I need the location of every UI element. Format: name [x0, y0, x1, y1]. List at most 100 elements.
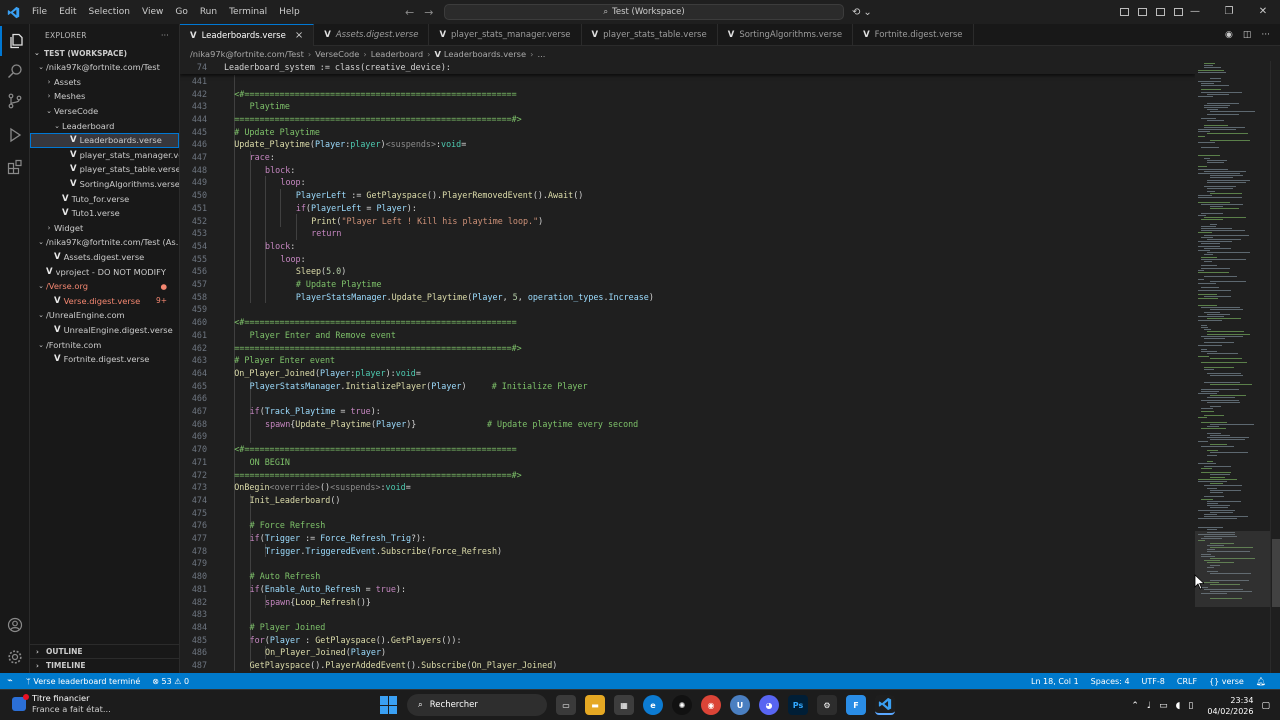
windows-start-icon[interactable] — [380, 696, 398, 714]
breadcrumb-segment[interactable]: ... — [537, 49, 545, 59]
tab-sortingalgorithms-verse[interactable]: V SortingAlgorithms.verse — [718, 24, 854, 46]
menu-item-file[interactable]: File — [26, 0, 53, 24]
back-arrow-icon[interactable]: ← — [405, 6, 414, 19]
menu-item-view[interactable]: View — [136, 0, 169, 24]
folder-item[interactable]: ⌄/Verse.org ● — [30, 279, 179, 294]
menu-item-terminal[interactable]: Terminal — [223, 0, 273, 24]
chevron-up-icon[interactable]: ⌃ — [1131, 701, 1139, 711]
copilot-menu[interactable]: ⟲ ⌄ — [852, 0, 872, 24]
settings-app-icon[interactable]: ⚙ — [817, 695, 837, 715]
run-debug-icon[interactable] — [0, 120, 30, 150]
problems-status[interactable]: ⊗ 53 ⚠ 0 — [146, 677, 195, 686]
menu-item-help[interactable]: Help — [273, 0, 306, 24]
folder-item[interactable]: ⌄ VerseCode — [30, 104, 179, 119]
file-item[interactable]: V UnrealEngine.digest.verse — [30, 323, 179, 338]
menu-item-run[interactable]: Run — [194, 0, 223, 24]
photoshop-icon[interactable]: Ps — [788, 695, 808, 715]
close-window-icon[interactable]: ✕ — [1246, 0, 1280, 24]
notification-icon[interactable]: ▢ — [1261, 701, 1270, 711]
task-app-icon[interactable]: F — [846, 695, 866, 715]
notifications-bell-icon[interactable]: 🔔︎ — [1250, 677, 1272, 686]
news-widget[interactable]: Titre financier France a fait état... — [12, 693, 111, 715]
folder-item[interactable]: ⌄/nika97k@fortnite.com/Test — [30, 60, 179, 75]
folder-item[interactable]: › Widget — [30, 221, 179, 236]
breadcrumb-segment[interactable]: VerseCode — [315, 49, 359, 59]
file-explorer-icon[interactable]: ▬ — [585, 695, 605, 715]
file-item[interactable]: V Tuto_for.verse — [30, 191, 179, 206]
menu-item-edit[interactable]: Edit — [53, 0, 82, 24]
indentation[interactable]: Spaces: 4 — [1085, 677, 1136, 686]
tab-player-stats-table-verse[interactable]: Vplayer_stats_table.verse — [582, 24, 718, 46]
cursor-position[interactable]: Ln 18, Col 1 — [1025, 677, 1085, 686]
sticky-scroll-line[interactable]: 74 Leaderboard_system := class(creative_… — [180, 61, 1195, 74]
file-item[interactable]: V Assets.digest.verse — [30, 250, 179, 265]
file-item[interactable]: V Verse.digest.verse 9+ — [30, 294, 179, 309]
encoding[interactable]: UTF-8 — [1136, 677, 1171, 686]
close-tab-icon[interactable]: × — [295, 30, 303, 41]
menu-item-selection[interactable]: Selection — [83, 0, 136, 24]
file-item[interactable]: Vplayer_stats_manager.verse — [30, 148, 179, 163]
more-actions-icon[interactable]: ··· — [161, 31, 169, 40]
task-view-icon[interactable]: ▭ — [556, 695, 576, 715]
split-editor-icon[interactable]: ◫ — [1243, 30, 1252, 40]
language-mode[interactable]: {} verse — [1203, 677, 1250, 686]
outline-section[interactable]: › OUTLINE — [30, 644, 179, 658]
more-actions-icon[interactable]: ··· — [1261, 30, 1270, 40]
minimap[interactable] — [1195, 61, 1270, 673]
file-item[interactable]: V Tuto1.verse — [30, 206, 179, 221]
tab-player-stats-manager-verse[interactable]: Vplayer_stats_manager.verse — [429, 24, 582, 46]
remote-indicator-icon[interactable]: ⌁ — [0, 673, 20, 689]
folder-item[interactable]: ⌄/UnrealEngine.com — [30, 308, 179, 323]
file-item[interactable]: V Leaderboards.verse — [30, 132, 179, 148]
forward-arrow-icon[interactable]: → — [424, 6, 433, 19]
toggle-primary-sidebar-icon[interactable] — [1138, 8, 1147, 16]
tab-leaderboards-verse[interactable]: V Leaderboards.verse × — [180, 24, 315, 46]
breadcrumb-segment[interactable]: Leaderboards.verse — [444, 49, 526, 59]
unreal-engine-icon[interactable]: U — [730, 695, 750, 715]
file-item[interactable]: V Fortnite.digest.verse — [30, 352, 179, 367]
folder-item[interactable]: › Assets — [30, 75, 179, 90]
microphone-icon[interactable]: ♩ — [1147, 701, 1151, 711]
folder-item[interactable]: › Meshes — [30, 89, 179, 104]
vscode-taskbar-icon[interactable] — [875, 695, 895, 715]
volume-icon[interactable]: ◖ — [1176, 701, 1181, 711]
edge-icon[interactable]: e — [643, 695, 663, 715]
account-icon[interactable] — [0, 610, 30, 640]
store-icon[interactable]: ▦ — [614, 695, 634, 715]
tab-assets-digest-verse[interactable]: V Assets.digest.verse — [314, 24, 430, 46]
chrome-icon[interactable]: ◉ — [701, 695, 721, 715]
layout-customize-icon[interactable] — [1120, 8, 1129, 16]
command-center-search[interactable]: ⌕ Test (Workspace) — [444, 4, 844, 20]
network-icon[interactable]: ▭ — [1159, 701, 1168, 711]
folder-item[interactable]: ⌄/Fortnite.com — [30, 337, 179, 352]
toggle-panel-icon[interactable] — [1156, 8, 1165, 16]
scrollbar-thumb[interactable] — [1272, 539, 1280, 607]
folder-item[interactable]: ⌄/nika97k@fortnite.com/Test (As... — [30, 235, 179, 250]
settings-gear-icon[interactable] — [0, 642, 30, 672]
restore-icon[interactable]: ❐ — [1212, 0, 1246, 24]
search-icon[interactable] — [0, 56, 30, 86]
menu-item-go[interactable]: Go — [169, 0, 193, 24]
vertical-scrollbar[interactable] — [1270, 61, 1280, 673]
workspace-root[interactable]: ⌄ TEST (WORKSPACE) — [30, 46, 179, 60]
source-control-icon[interactable] — [0, 86, 30, 116]
breadcrumb-segment[interactable]: /nika97k@fortnite.com/Test — [190, 49, 304, 59]
file-item[interactable]: Vvproject - DO NOT MODIFY — [30, 264, 179, 279]
unreal-icon[interactable]: ◉ — [1225, 30, 1233, 40]
taskbar-search[interactable]: ⌕ Rechercher — [407, 694, 547, 716]
extensions-icon[interactable] — [0, 152, 30, 182]
minimap-slider[interactable] — [1195, 531, 1270, 607]
file-item[interactable]: Vplayer_stats_table.verse — [30, 162, 179, 177]
file-item[interactable]: V SortingAlgorithms.verse — [30, 177, 179, 192]
chatgpt-icon[interactable]: ✺ — [672, 695, 692, 715]
line-ending[interactable]: CRLF — [1171, 677, 1203, 686]
battery-icon[interactable]: ▯ — [1188, 701, 1193, 711]
folder-item[interactable]: ⌄ Leaderboard — [30, 118, 179, 133]
minimize-icon[interactable]: — — [1178, 0, 1212, 24]
discord-icon[interactable]: ◕ — [759, 695, 779, 715]
clock[interactable]: 23:34 04/02/2026 — [1207, 695, 1253, 717]
timeline-section[interactable]: › TIMELINE — [30, 658, 179, 672]
explorer-icon[interactable] — [0, 26, 30, 56]
breadcrumb-segment[interactable]: Leaderboard — [371, 49, 423, 59]
tab-fortnite-digest-verse[interactable]: V Fortnite.digest.verse — [853, 24, 974, 46]
